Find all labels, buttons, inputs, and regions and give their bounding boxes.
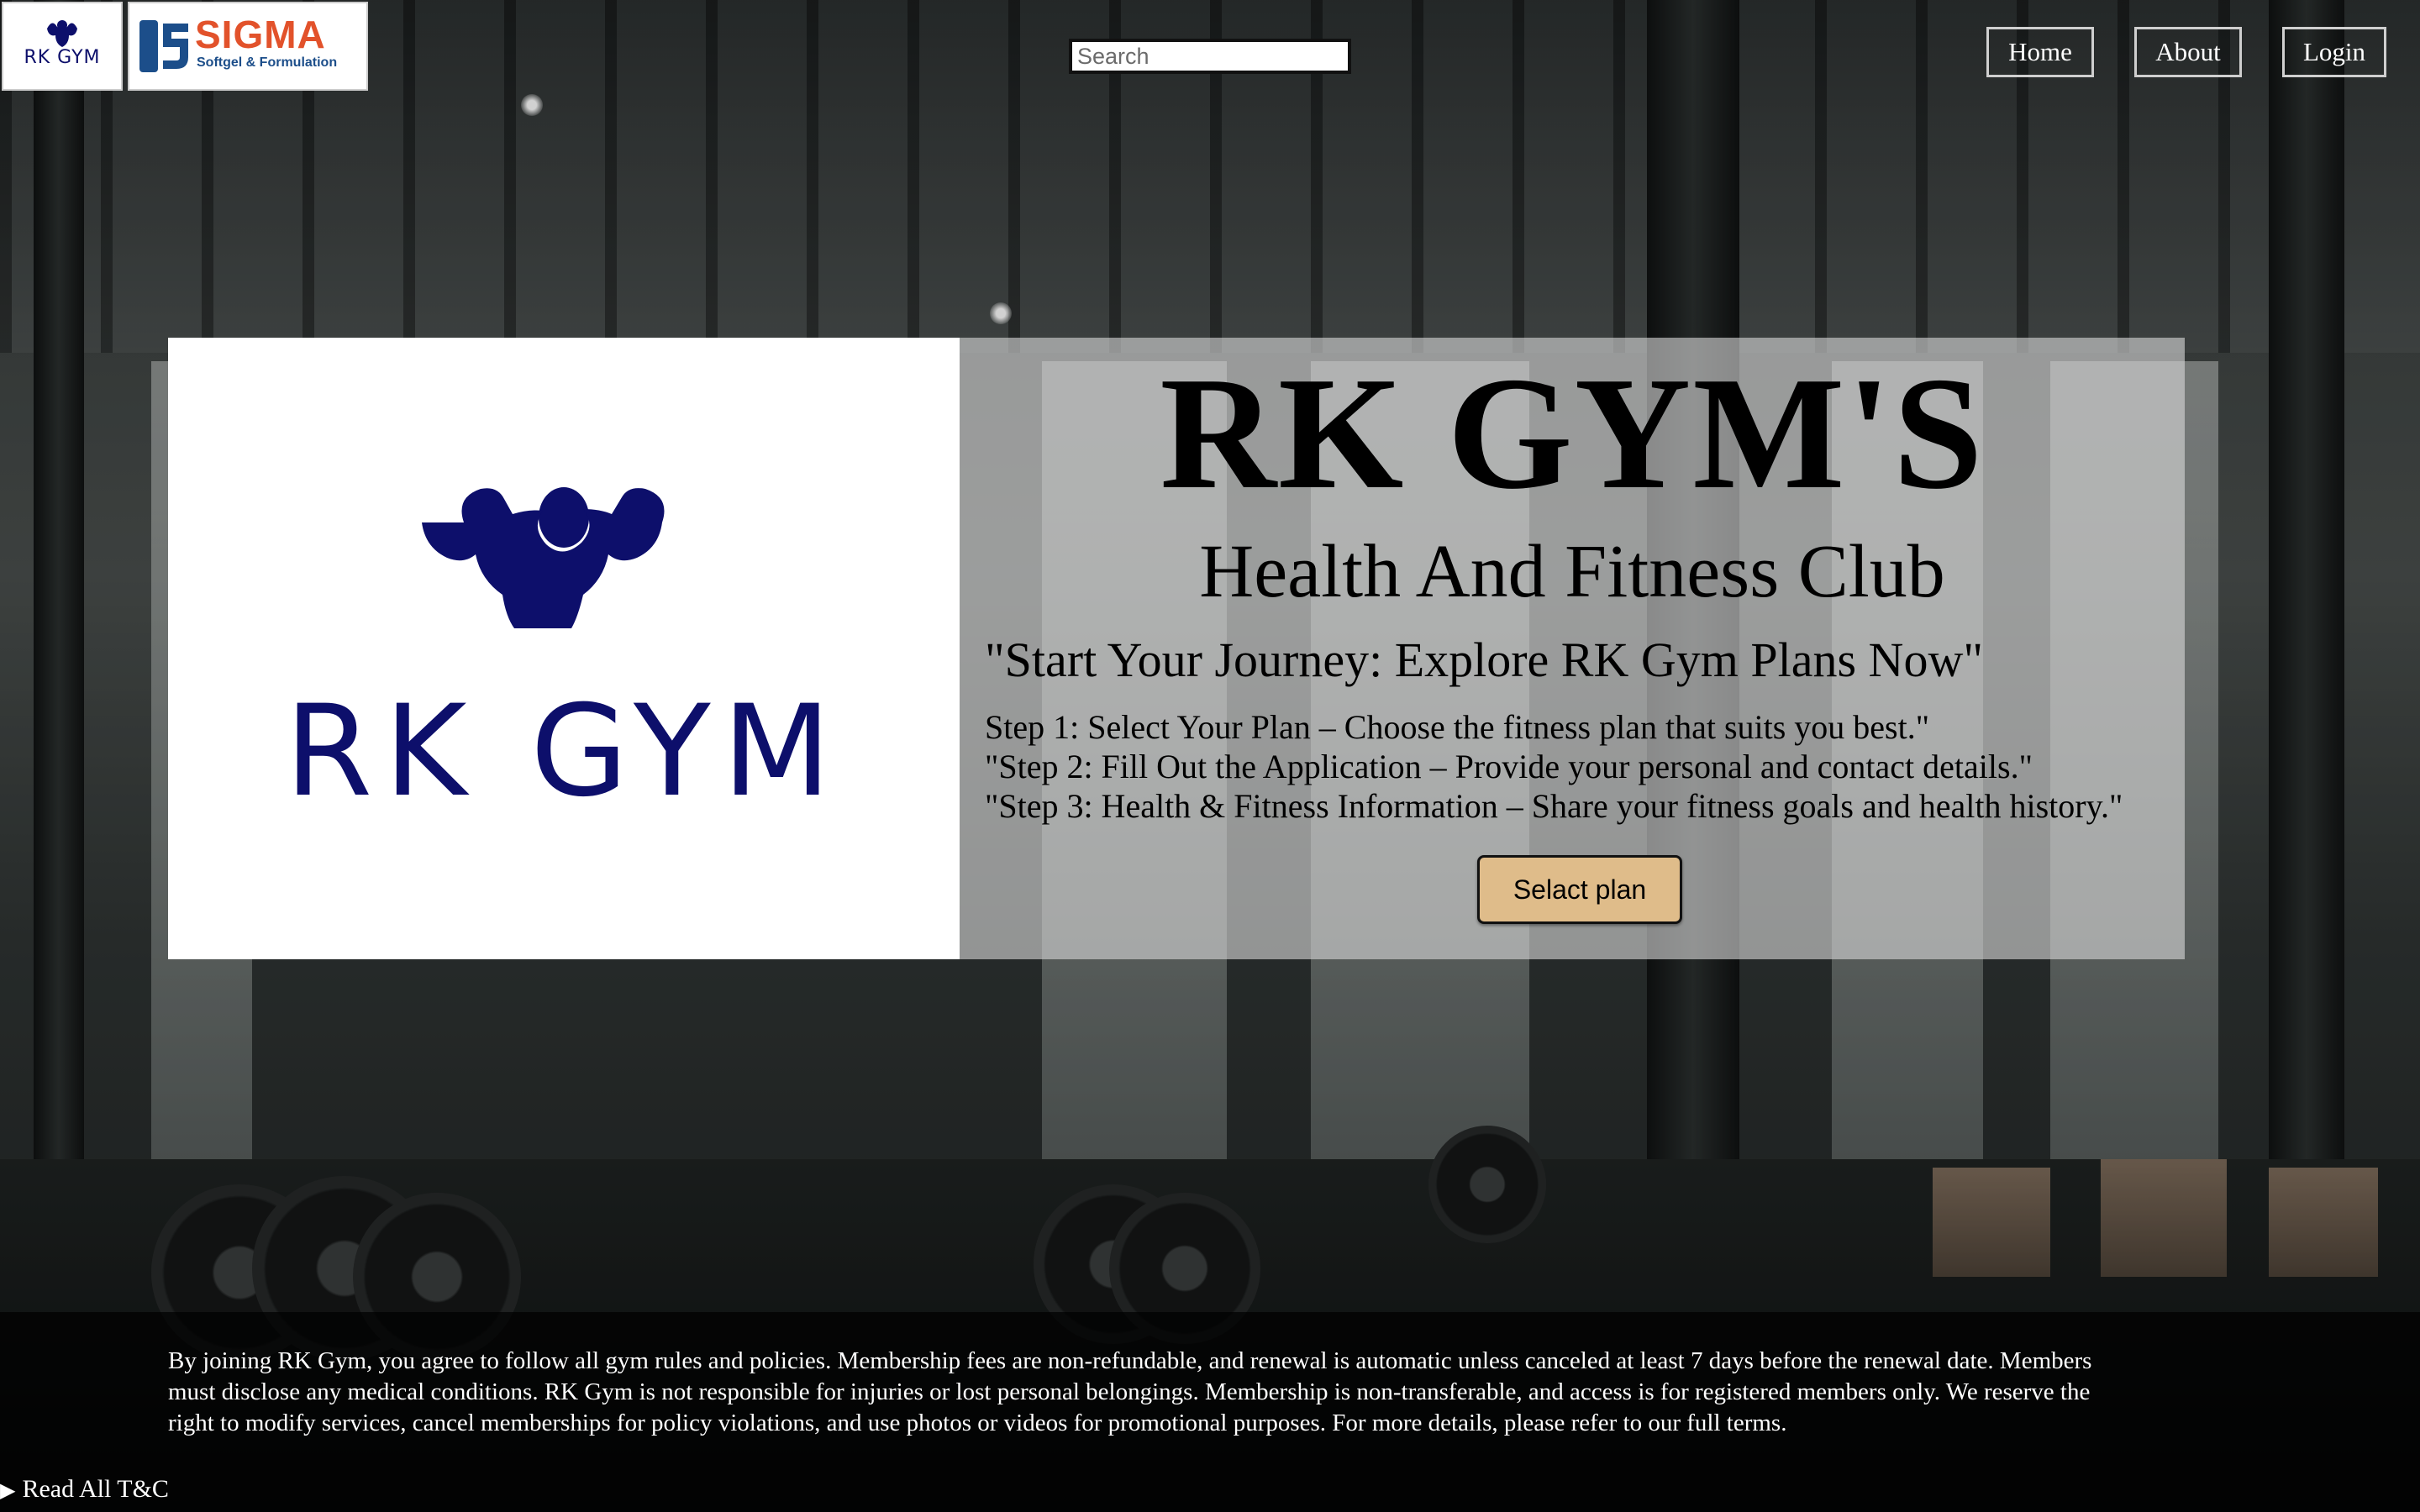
terms-text: By joining RK Gym, you agree to follow a…: [168, 1347, 2092, 1436]
read-all-tc-toggle[interactable]: ▶ Read All T&C: [0, 1475, 169, 1504]
read-all-tc-label: Read All T&C: [22, 1475, 169, 1503]
rk-gym-small-logo[interactable]: RK GYM: [2, 2, 123, 91]
sponsor-name: SIGMA: [195, 13, 326, 56]
page-title: RK GYM'S: [1160, 344, 1985, 522]
sponsor-tagline: Softgel & Formulation: [197, 55, 338, 70]
nav-home-button[interactable]: Home: [1986, 27, 2094, 77]
hero-logo-text: RK GYM: [284, 679, 844, 825]
step-2: "Step 2: Fill Out the Application – Prov…: [985, 748, 2033, 785]
hero-logo-panel: RK GYM: [168, 338, 960, 959]
muscle-man-icon: [422, 487, 665, 628]
muscle-man-icon: [47, 20, 77, 47]
hero-tagline: "Start Your Journey: Explore RK Gym Plan…: [985, 633, 1984, 687]
page-subtitle: Health And Fitness Club: [1199, 530, 1945, 613]
disclosure-triangle-icon: ▶: [0, 1480, 16, 1502]
search-input[interactable]: [1069, 39, 1351, 74]
hero-info-panel: RK GYM'S Health And Fitness Club "Start …: [960, 338, 2185, 959]
select-plan-button[interactable]: Selact plan: [1477, 855, 1682, 924]
terms-section: By joining RK Gym, you agree to follow a…: [0, 1312, 2420, 1512]
steps-list: Step 1: Select Your Plan – Choose the fi…: [985, 707, 2123, 826]
nav-about-button[interactable]: About: [2134, 27, 2242, 77]
sigma-logo-mark: [139, 20, 188, 72]
nav-login-button[interactable]: Login: [2282, 27, 2386, 77]
step-1: Step 1: Select Your Plan – Choose the fi…: [985, 708, 1930, 746]
step-3: "Step 3: Health & Fitness Information – …: [985, 787, 2123, 825]
small-logo-text: RK GYM: [24, 47, 101, 68]
sigma-sponsor-logo[interactable]: SIGMA Softgel & Formulation: [128, 2, 368, 91]
